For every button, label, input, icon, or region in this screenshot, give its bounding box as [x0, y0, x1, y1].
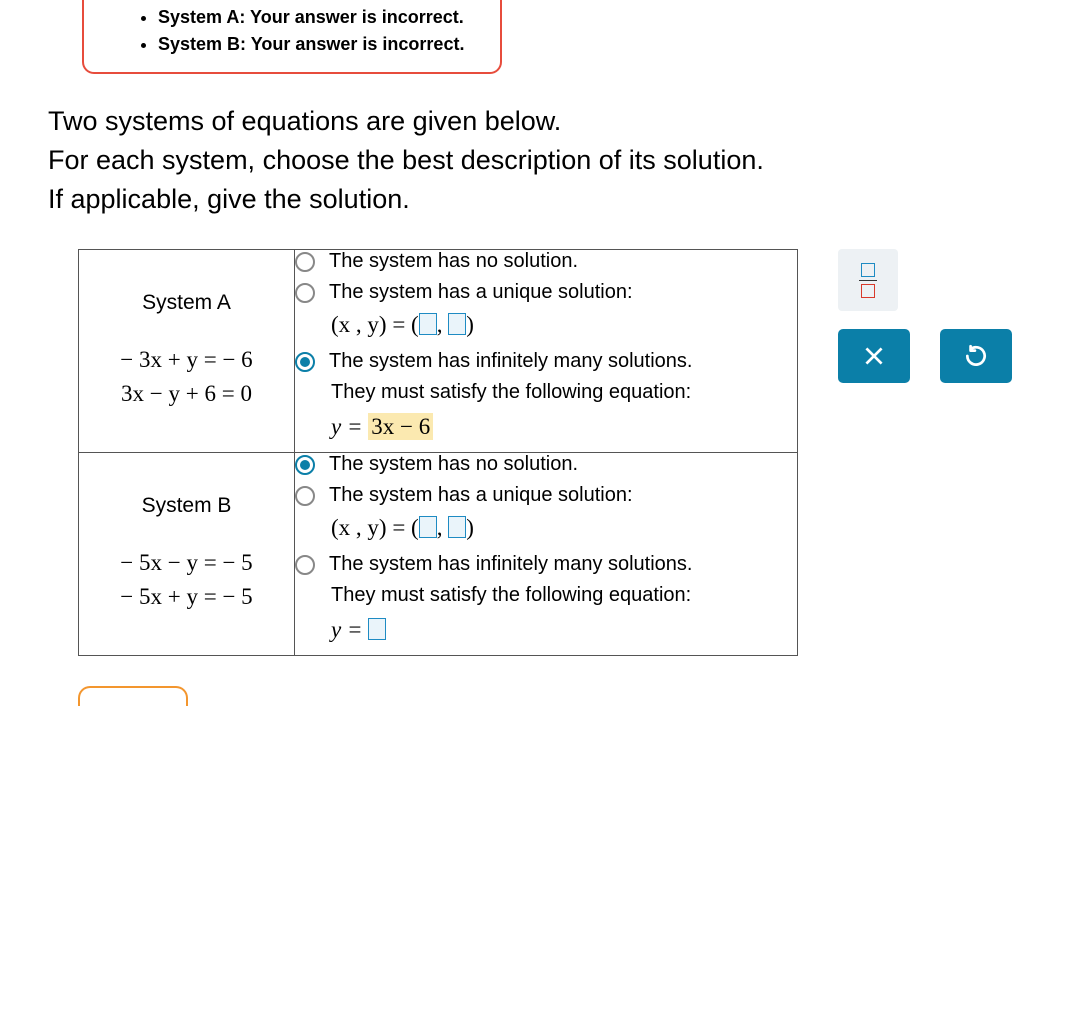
- option-unique[interactable]: The system has a unique solution:: [295, 281, 797, 304]
- system-a-options: The system has no solution. The system h…: [295, 250, 798, 453]
- instruction-line: For each system, choose the best descrip…: [48, 141, 1088, 180]
- option-unique[interactable]: The system has a unique solution:: [295, 484, 797, 507]
- y-eq-prefix: y =: [331, 617, 368, 642]
- xy-prefix: (x , y) =: [331, 515, 411, 540]
- radio-icon: [295, 252, 315, 272]
- instructions: Two systems of equations are given below…: [48, 102, 1088, 219]
- tools-panel: [838, 249, 1012, 383]
- radio-icon: [295, 283, 315, 303]
- instruction-line: If applicable, give the solution.: [48, 180, 1088, 219]
- feedback-item: System B: Your answer is incorrect.: [158, 31, 482, 58]
- y-input[interactable]: [448, 516, 466, 538]
- table-row: System B − 5x − y = − 5 − 5x + y = − 5 T…: [79, 453, 798, 656]
- instruction-line: Two systems of equations are given below…: [48, 102, 1088, 141]
- equation: − 3x + y = − 6: [79, 343, 294, 378]
- y-eq-value[interactable]: 3x − 6: [368, 413, 433, 440]
- option-label: The system has a unique solution:: [329, 281, 633, 304]
- option-infinite[interactable]: The system has infinitely many solutions…: [295, 553, 797, 576]
- system-a-cell: System A − 3x + y = − 6 3x − y + 6 = 0: [79, 250, 295, 453]
- option-label: The system has no solution.: [329, 453, 578, 476]
- y-equation-row: y = 3x − 6: [331, 414, 797, 440]
- fraction-line-icon: [859, 280, 877, 282]
- system-b-cell: System B − 5x − y = − 5 − 5x + y = − 5: [79, 453, 295, 656]
- x-input[interactable]: [419, 313, 437, 335]
- equation: 3x − y + 6 = 0: [79, 377, 294, 412]
- x-input[interactable]: [419, 516, 437, 538]
- y-input[interactable]: [448, 313, 466, 335]
- feedback-item: System A: Your answer is incorrect.: [158, 4, 482, 31]
- option-no-solution[interactable]: The system has no solution.: [295, 453, 797, 476]
- system-b-label: System B: [79, 494, 294, 518]
- reset-button[interactable]: [940, 329, 1012, 383]
- radio-icon: [295, 555, 315, 575]
- xy-prefix: (x , y) =: [331, 312, 411, 337]
- reset-icon: [963, 343, 989, 369]
- option-label: The system has infinitely many solutions…: [329, 553, 693, 576]
- close-icon: [861, 343, 887, 369]
- y-equation-row: y =: [331, 617, 797, 643]
- fraction-button[interactable]: [838, 249, 898, 311]
- radio-icon: [295, 352, 315, 372]
- option-label: The system has infinitely many solutions…: [329, 350, 693, 373]
- bottom-partial-box: [78, 686, 188, 706]
- unique-solution-input: (x , y) = (, ): [331, 312, 797, 338]
- option-infinite[interactable]: The system has infinitely many solutions…: [295, 350, 797, 373]
- table-row: System A − 3x + y = − 6 3x − y + 6 = 0 T…: [79, 250, 798, 453]
- equation: − 5x − y = − 5: [79, 546, 294, 581]
- system-a-label: System A: [79, 291, 294, 315]
- fraction-icon: [859, 263, 877, 299]
- system-b-equations: − 5x − y = − 5 − 5x + y = − 5: [79, 546, 294, 615]
- option-label: The system has no solution.: [329, 250, 578, 273]
- radio-icon: [295, 455, 315, 475]
- systems-table: System A − 3x + y = − 6 3x − y + 6 = 0 T…: [78, 249, 798, 656]
- system-b-options: The system has no solution. The system h…: [295, 453, 798, 656]
- satisfy-text: They must satisfy the following equation…: [331, 584, 797, 607]
- option-label: The system has a unique solution:: [329, 484, 633, 507]
- fraction-top-icon: [861, 263, 875, 277]
- feedback-box: System A: Your answer is incorrect. Syst…: [82, 0, 502, 74]
- unique-solution-input: (x , y) = (, ): [331, 515, 797, 541]
- option-no-solution[interactable]: The system has no solution.: [295, 250, 797, 273]
- close-button[interactable]: [838, 329, 910, 383]
- y-eq-input[interactable]: [368, 618, 386, 640]
- fraction-bottom-icon: [861, 284, 875, 298]
- satisfy-text: They must satisfy the following equation…: [331, 381, 797, 404]
- y-eq-prefix: y =: [331, 414, 368, 439]
- equation: − 5x + y = − 5: [79, 580, 294, 615]
- system-a-equations: − 3x + y = − 6 3x − y + 6 = 0: [79, 343, 294, 412]
- radio-icon: [295, 486, 315, 506]
